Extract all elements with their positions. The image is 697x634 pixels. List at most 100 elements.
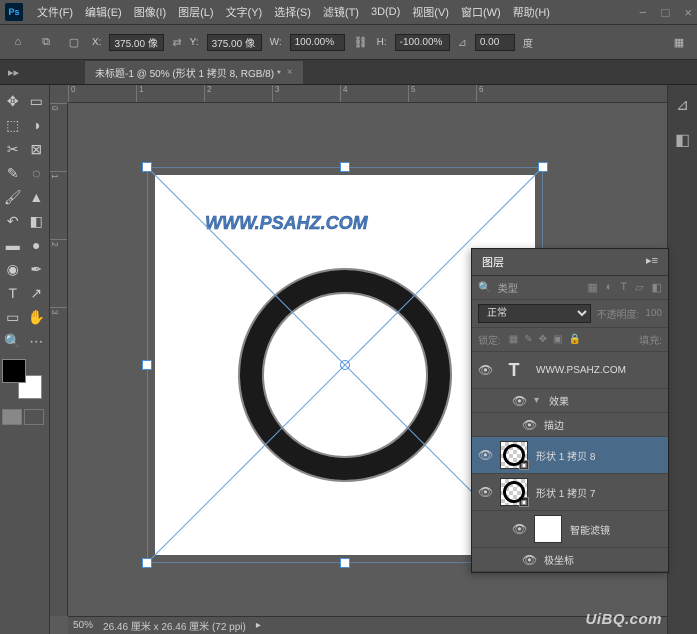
menu-image[interactable]: 图像(I)	[128, 1, 172, 23]
visibility-icon[interactable]: 👁	[512, 522, 526, 536]
gradient-tool[interactable]: ▬	[2, 234, 24, 256]
transform-icon[interactable]: ⧉	[36, 32, 56, 52]
search-icon[interactable]: 🔍	[478, 281, 492, 294]
layer-item-shape[interactable]: 👁 ▣ 形状 1 拷贝 7	[472, 474, 668, 511]
layer-smartfilter-header[interactable]: 👁 智能滤镜	[472, 511, 668, 548]
visibility-icon[interactable]: 👁	[512, 394, 526, 408]
lock-all-icon[interactable]: 🔒	[568, 334, 580, 345]
collapse-panels-icon[interactable]: ⊿	[676, 95, 689, 115]
lock-transparency-icon[interactable]: ▦	[509, 334, 518, 345]
zoom-level[interactable]: 50%	[73, 620, 93, 631]
x-input[interactable]	[109, 34, 164, 51]
layer-name[interactable]: 形状 1 拷贝 7	[536, 485, 595, 500]
visibility-icon[interactable]: 👁	[522, 418, 536, 432]
expand-panels-icon[interactable]: ▸▸	[8, 66, 19, 79]
menu-type[interactable]: 文字(Y)	[220, 1, 269, 23]
home-icon[interactable]: ⌂	[8, 32, 28, 52]
layer-name[interactable]: 形状 1 拷贝 8	[536, 448, 595, 463]
handle-bottom-mid[interactable]	[340, 558, 350, 568]
quickmask-mode[interactable]	[24, 409, 44, 425]
handle-top-mid[interactable]	[340, 162, 350, 172]
zoom-tool[interactable]: 🔍	[2, 330, 24, 352]
filter-smart-icon[interactable]: ◧	[652, 281, 662, 294]
panel-menu-icon[interactable]: ▸≡	[646, 254, 658, 270]
layers-tab[interactable]: 图层	[482, 254, 504, 270]
crop-tool[interactable]: ✂	[2, 138, 24, 160]
panel-icon[interactable]: ◧	[675, 130, 690, 150]
layer-item-text[interactable]: 👁 T WWW.PSAHZ.COM	[472, 352, 668, 389]
close-button[interactable]: ×	[684, 5, 692, 20]
menu-layer[interactable]: 图层(L)	[172, 1, 219, 23]
layer-name[interactable]: WWW.PSAHZ.COM	[536, 365, 626, 376]
selection-tool[interactable]: ◌	[26, 162, 48, 184]
lock-position-icon[interactable]: ✥	[539, 334, 547, 345]
menu-help[interactable]: 帮助(H)	[507, 1, 556, 23]
color-swatches[interactable]	[2, 359, 42, 399]
menu-3d[interactable]: 3D(D)	[365, 3, 406, 21]
artboard-icon[interactable]: ▢	[64, 32, 84, 52]
layer-filter-item[interactable]: 👁 极坐标	[472, 548, 668, 572]
menu-filter[interactable]: 滤镜(T)	[317, 1, 365, 23]
foreground-color[interactable]	[2, 359, 26, 383]
hand-tool[interactable]: ✋	[26, 306, 48, 328]
w-input[interactable]	[290, 34, 345, 51]
eraser-tool[interactable]: ◧	[26, 210, 48, 232]
visibility-icon[interactable]: 👁	[478, 448, 492, 462]
filter-shape-icon[interactable]: ▱	[635, 281, 643, 294]
interpolation-icon[interactable]: ▦	[669, 32, 689, 52]
blur-tool[interactable]: ●	[26, 234, 48, 256]
blend-mode-select[interactable]: 正常	[478, 304, 591, 323]
y-input[interactable]	[207, 34, 262, 51]
eyedropper-tool[interactable]: ✎	[2, 162, 24, 184]
history-tool[interactable]: ↶	[2, 210, 24, 232]
stamp-tool[interactable]: ▲	[26, 186, 48, 208]
menu-file[interactable]: 文件(F)	[31, 1, 79, 23]
opacity-value[interactable]: 100	[645, 308, 662, 319]
menu-select[interactable]: 选择(S)	[268, 1, 317, 23]
edit-toolbar[interactable]: ⋯	[26, 330, 48, 352]
visibility-icon[interactable]: 👁	[522, 553, 536, 567]
lock-pixels-icon[interactable]: ✎	[524, 334, 532, 345]
h-input[interactable]	[395, 34, 450, 51]
marquee-tool[interactable]: ⬚	[2, 114, 24, 136]
ruler-vertical[interactable]: 0123	[50, 103, 68, 616]
close-tab-icon[interactable]: ×	[287, 67, 293, 78]
maximize-button[interactable]: □	[662, 5, 670, 20]
pen-tool[interactable]: ✒	[26, 258, 48, 280]
move-tool[interactable]: ✥	[2, 90, 24, 112]
layer-fx-item[interactable]: 👁 描边	[472, 413, 668, 437]
menu-view[interactable]: 视图(V)	[406, 1, 455, 23]
handle-center[interactable]	[340, 360, 350, 370]
document-tab[interactable]: 未标题-1 @ 50% (形状 1 拷贝 8, RGB/8) * ×	[85, 61, 303, 84]
minimize-button[interactable]: −	[639, 5, 647, 20]
frame-tool[interactable]: ⊠	[26, 138, 48, 160]
path-tool[interactable]: ↗	[26, 282, 48, 304]
ruler-horizontal[interactable]: 0123456	[68, 85, 667, 103]
brush-tool[interactable]: 🖌	[2, 186, 24, 208]
layer-fx-header[interactable]: 👁 ▾ 效果	[472, 389, 668, 413]
filter-type-icon[interactable]: T	[620, 281, 627, 294]
chevron-right-icon[interactable]: ▸	[256, 620, 261, 631]
standard-mode[interactable]	[2, 409, 22, 425]
artboard-tool[interactable]: ▭	[26, 90, 48, 112]
filter-pixel-icon[interactable]: ▦	[587, 281, 597, 294]
handle-bottom-left[interactable]	[142, 558, 152, 568]
menu-window[interactable]: 窗口(W)	[455, 1, 507, 23]
doc-info[interactable]: 26.46 厘米 x 26.46 厘米 (72 ppi)	[103, 618, 246, 633]
visibility-icon[interactable]: 👁	[478, 485, 492, 499]
layer-item-shape[interactable]: 👁 ▣ 形状 1 拷贝 8	[472, 437, 668, 474]
filter-adjust-icon[interactable]: ◐	[606, 281, 613, 294]
angle-input[interactable]	[475, 34, 515, 51]
filter-type-label[interactable]: 类型	[498, 280, 582, 295]
handle-top-left[interactable]	[142, 162, 152, 172]
ruler-origin[interactable]	[50, 85, 68, 103]
link-wh-icon[interactable]: ⛓	[353, 34, 369, 50]
visibility-icon[interactable]: 👁	[478, 363, 492, 377]
type-tool[interactable]: T	[2, 282, 24, 304]
handle-top-right[interactable]	[538, 162, 548, 172]
shape-tool[interactable]: ▭	[2, 306, 24, 328]
lasso-tool[interactable]: ◑	[26, 114, 48, 136]
lock-artboard-icon[interactable]: ▣	[553, 334, 562, 345]
dodge-tool[interactable]: ◉	[2, 258, 24, 280]
swap-xy-icon[interactable]: ⇄	[172, 36, 181, 49]
